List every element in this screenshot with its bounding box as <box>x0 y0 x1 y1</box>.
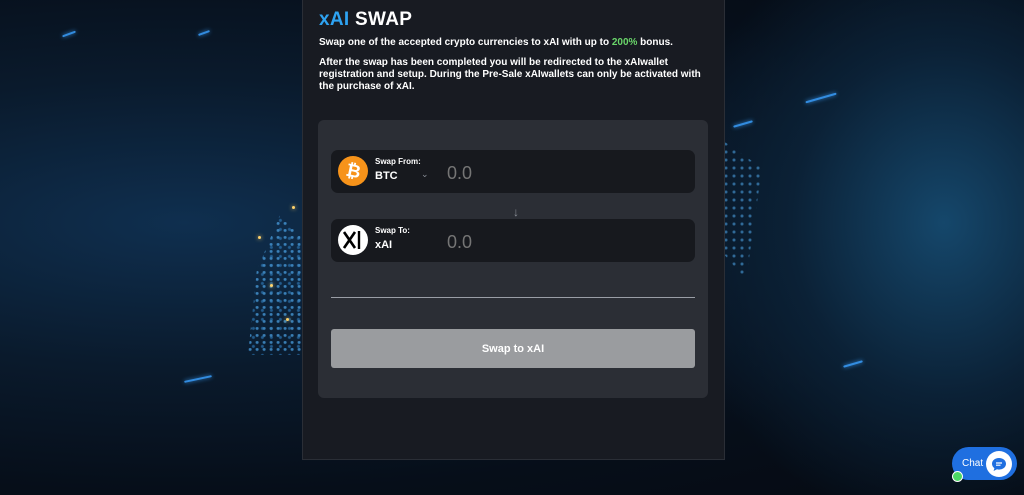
redirect-note: After the swap has been completed you wi… <box>319 57 701 92</box>
intro-text: Swap one of the accepted crypto currenci… <box>319 37 714 49</box>
divider <box>331 297 695 298</box>
online-status-dot <box>952 471 963 482</box>
bitcoin-icon: ₿ <box>338 156 368 186</box>
swap-to-field: Swap To: xAI <box>331 219 695 262</box>
background-glow <box>704 0 1024 495</box>
spark <box>292 206 295 209</box>
light-streak <box>198 30 210 36</box>
swap-card: ₿ Swap From: BTC ⌄ ↓ Swap To: xAI Swap t… <box>318 120 708 398</box>
swap-button[interactable]: Swap to xAI <box>331 329 695 368</box>
intro-line-end: bonus. <box>637 37 673 48</box>
swap-to-label: Swap To: <box>375 226 410 235</box>
chevron-down-icon[interactable]: ⌄ <box>421 169 429 180</box>
spark <box>286 318 289 321</box>
xai-logo-icon <box>338 225 368 255</box>
swap-to-token: xAI <box>375 239 393 251</box>
intro-line: Swap one of the accepted crypto currenci… <box>319 37 612 48</box>
spark <box>270 284 273 287</box>
particle-cluster <box>248 215 306 355</box>
chat-bubble-icon <box>986 451 1012 477</box>
spark <box>258 236 261 239</box>
swap-from-amount-input[interactable] <box>445 160 689 186</box>
title-rest: SWAP <box>349 9 413 30</box>
swap-panel: xAI SWAP Swap one of the accepted crypto… <box>302 0 725 460</box>
swap-from-token-select[interactable]: BTC <box>375 170 398 182</box>
chat-button[interactable]: Chat <box>952 447 1017 482</box>
swap-to-amount-input[interactable] <box>445 229 689 255</box>
arrow-down-icon: ↓ <box>513 205 519 219</box>
light-streak <box>62 30 76 38</box>
swap-from-field: ₿ Swap From: BTC ⌄ <box>331 150 695 193</box>
page-title: xAI SWAP <box>319 9 412 31</box>
title-accent: xAI <box>319 9 350 30</box>
swap-from-label: Swap From: <box>375 157 421 166</box>
chat-label: Chat <box>962 458 984 469</box>
bonus-percentage: 200% <box>611 37 638 48</box>
light-streak <box>184 375 212 383</box>
